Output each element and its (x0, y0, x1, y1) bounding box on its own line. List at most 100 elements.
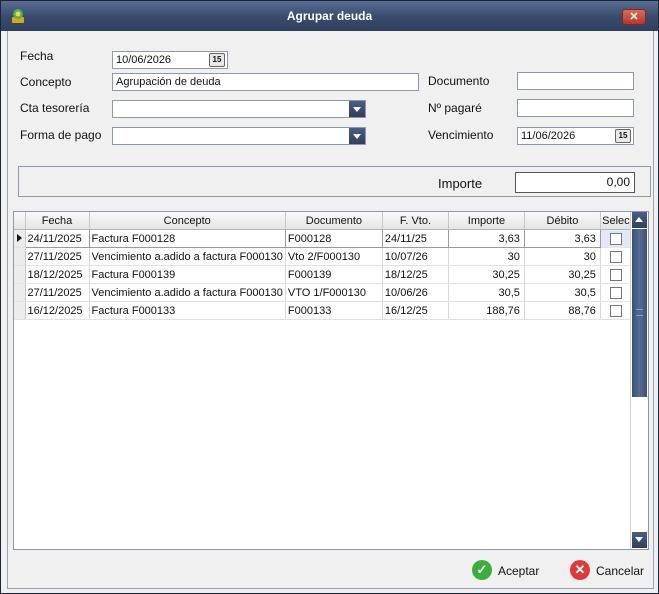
cell-selec[interactable] (600, 229, 632, 248)
cancel-label: Cancelar (596, 564, 645, 578)
debts-grid: Fecha Concepto Documento F. Vto. Importe… (13, 211, 649, 550)
calendar-icon[interactable]: 15 (615, 129, 631, 143)
cell-selec[interactable] (600, 283, 632, 302)
row-indicator (14, 229, 26, 248)
cell-fecha[interactable]: 16/12/2025 (25, 301, 90, 320)
cell-debito[interactable]: 3,63 (523, 229, 601, 248)
cell-fecha[interactable]: 27/11/2025 (25, 247, 90, 266)
cancel-button[interactable]: ✕ Cancelar (570, 558, 650, 584)
cell-importe[interactable]: 30,5 (448, 283, 525, 302)
vencimiento-label: Vencimiento (428, 128, 494, 142)
cell-fvto[interactable]: 18/12/25 (382, 265, 449, 284)
cell-concepto[interactable]: Vencimiento a.adido a factura F000130 (89, 247, 286, 266)
column-header-concepto[interactable]: Concepto (89, 212, 286, 230)
check-icon: ✓ (472, 560, 492, 580)
chevron-down-icon[interactable] (349, 101, 365, 117)
select-checkbox[interactable] (609, 232, 622, 245)
cell-documento[interactable]: F000133 (285, 301, 383, 320)
cta-tesoreria-combo[interactable] (112, 100, 366, 118)
cell-selec[interactable] (600, 301, 632, 320)
cell-documento[interactable]: F000139 (285, 265, 383, 284)
current-row-arrow-icon (17, 234, 22, 242)
close-icon: ✕ (570, 560, 590, 580)
select-checkbox[interactable] (609, 304, 622, 317)
importe-label: Importe (438, 176, 483, 191)
grid-header-row: Fecha Concepto Documento F. Vto. Importe… (14, 212, 632, 230)
forma-pago-label: Forma de pago (20, 128, 102, 142)
row-indicator (14, 247, 26, 266)
cell-debito[interactable]: 88,76 (524, 301, 601, 320)
row-indicator (14, 265, 26, 284)
pagare-field[interactable] (517, 99, 634, 117)
cell-fvto[interactable]: 16/12/25 (382, 301, 449, 320)
title-bar[interactable]: Agrupar deuda ✕ (1, 1, 658, 31)
row-indicator (14, 301, 26, 320)
cell-debito[interactable]: 30 (524, 247, 601, 266)
table-row[interactable]: 16/12/2025 Factura F000133 F000133 16/12… (14, 301, 632, 320)
dialog-window: Agrupar deuda ✕ Fecha 10/06/2026 15 Conc… (0, 0, 659, 594)
table-row[interactable]: 27/11/2025 Vencimiento a.adido a factura… (14, 283, 632, 302)
table-row[interactable]: 18/12/2025 Factura F000139 F000139 18/12… (14, 265, 632, 284)
concepto-label: Concepto (20, 75, 72, 89)
cell-documento[interactable]: F000128 (284, 229, 383, 248)
column-header-fvto[interactable]: F. Vto. (382, 212, 449, 230)
cell-selec[interactable] (600, 265, 632, 284)
cell-debito[interactable]: 30,25 (524, 265, 601, 284)
forma-pago-combo[interactable] (112, 127, 366, 145)
window-title: Agrupar deuda (286, 9, 373, 23)
grip-icon (636, 309, 643, 316)
cta-tesoreria-label: Cta tesorería (20, 101, 90, 115)
cell-fvto[interactable]: 10/07/26 (382, 247, 449, 266)
table-row[interactable]: 27/11/2025 Vencimiento a.adido a factura… (14, 247, 632, 266)
vencimiento-field[interactable]: 11/06/2026 15 (517, 127, 634, 145)
header-indicator (14, 212, 26, 230)
cell-importe[interactable]: 30,25 (448, 265, 525, 284)
close-window-button[interactable]: ✕ (622, 9, 646, 25)
cell-importe[interactable]: 3,63 (447, 229, 525, 248)
scroll-down-icon[interactable] (632, 532, 647, 548)
cell-fecha[interactable]: 24/11/2025 (24, 229, 90, 248)
cell-fecha[interactable]: 18/12/2025 (25, 265, 90, 284)
calendar-icon[interactable]: 15 (209, 53, 225, 67)
documento-label: Documento (428, 74, 490, 88)
select-checkbox[interactable] (609, 268, 622, 281)
fecha-value: 10/06/2026 (116, 54, 172, 66)
concepto-value: Agrupación de deuda (116, 76, 221, 88)
cell-fvto[interactable]: 10/06/26 (382, 283, 449, 302)
cell-concepto[interactable]: Vencimiento a.adido a factura F000130 (89, 283, 286, 302)
cell-documento[interactable]: VTO 1/F000130 (285, 283, 383, 302)
cell-documento[interactable]: Vto 2/F000130 (285, 247, 383, 266)
accept-label: Aceptar (498, 564, 540, 578)
column-header-fecha[interactable]: Fecha (25, 212, 90, 230)
select-checkbox[interactable] (609, 286, 622, 299)
row-indicator (14, 283, 26, 302)
importe-field[interactable]: 0,00 (515, 172, 635, 193)
concepto-field[interactable]: Agrupación de deuda (112, 73, 419, 91)
cell-concepto[interactable]: Factura F000133 (89, 301, 286, 320)
cell-selec[interactable] (600, 247, 632, 266)
documento-field[interactable] (517, 72, 634, 90)
fecha-field[interactable]: 10/06/2026 15 (112, 51, 228, 69)
column-header-importe[interactable]: Importe (448, 212, 525, 230)
column-header-debito[interactable]: Débito (524, 212, 601, 230)
dialog-content: Fecha 10/06/2026 15 Concepto Agrupación … (7, 31, 654, 589)
cell-importe[interactable]: 30 (448, 247, 525, 266)
chevron-down-icon[interactable] (349, 128, 365, 144)
scroll-thumb[interactable] (632, 229, 647, 397)
grid-vertical-scrollbar[interactable] (630, 212, 648, 549)
cell-fvto[interactable]: 24/11/25 (381, 229, 449, 248)
cell-importe[interactable]: 188,76 (448, 301, 525, 320)
scroll-up-icon[interactable] (632, 212, 647, 228)
select-checkbox[interactable] (609, 250, 622, 263)
column-header-documento[interactable]: Documento (285, 212, 383, 230)
cell-fecha[interactable]: 27/11/2025 (25, 283, 90, 302)
cell-concepto[interactable]: Factura F000128 (88, 229, 286, 248)
accept-button[interactable]: ✓ Aceptar (472, 558, 552, 584)
fecha-label: Fecha (20, 49, 54, 63)
debts-table: Fecha Concepto Documento F. Vto. Importe… (14, 212, 632, 320)
column-header-selec[interactable]: Selec (600, 212, 632, 230)
table-row[interactable]: 24/11/2025 Factura F000128 F000128 24/11… (14, 229, 632, 248)
cell-debito[interactable]: 30,5 (524, 283, 601, 302)
pagare-label: Nº pagaré (428, 101, 482, 115)
cell-concepto[interactable]: Factura F000139 (89, 265, 286, 284)
